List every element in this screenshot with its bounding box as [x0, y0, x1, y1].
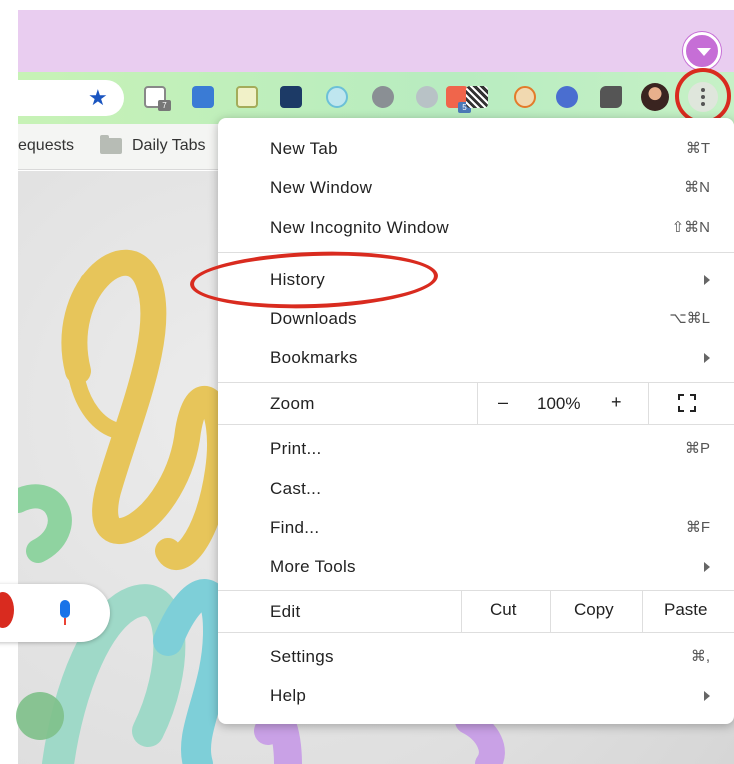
- zoom-in-button[interactable]: +: [611, 392, 622, 413]
- profile-menu-icon[interactable]: [683, 32, 721, 70]
- menu-divider: [218, 632, 734, 633]
- menu-item-new-incognito-window[interactable]: New Incognito Window ⇧⌘N: [218, 209, 734, 245]
- submenu-arrow-icon: [704, 275, 710, 285]
- menu-item-shortcut: ⌘,: [690, 648, 710, 665]
- camera-extension-icon[interactable]: [416, 86, 438, 108]
- menu-item-label: Cast...: [270, 479, 322, 498]
- window-titlebar: [18, 10, 734, 72]
- menu-divider: [218, 382, 734, 383]
- folder-icon: [100, 135, 122, 154]
- zoom-level: 100%: [537, 394, 581, 413]
- address-bar[interactable]: [18, 80, 124, 116]
- menu-item-new-window[interactable]: New Window ⌘N: [218, 169, 734, 205]
- menu-item-label: More Tools: [270, 557, 356, 576]
- menu-item-find[interactable]: Find... ⌘F: [218, 509, 734, 545]
- menu-item-label: New Tab: [270, 139, 338, 158]
- smiley-extension-icon[interactable]: [326, 86, 348, 108]
- menu-item-shortcut: ⌘F: [685, 519, 710, 536]
- chrome-main-menu: New Tab ⌘T New Window ⌘N New Incognito W…: [218, 118, 734, 724]
- menu-item-label: Help: [270, 686, 307, 705]
- snowflake-extension-icon[interactable]: [556, 86, 578, 108]
- menu-item-label: Zoom: [270, 394, 315, 413]
- sphere-extension-icon[interactable]: [372, 86, 394, 108]
- submenu-arrow-icon: [704, 562, 710, 572]
- pencil-extension-icon[interactable]: [192, 86, 214, 108]
- qr-code-icon[interactable]: [466, 86, 488, 108]
- microphone-icon[interactable]: [60, 600, 70, 625]
- screen-capture-icon[interactable]: [280, 86, 302, 108]
- shortcut-tile-icon[interactable]: [16, 692, 64, 740]
- menu-item-shortcut: ⌘N: [684, 179, 710, 196]
- menu-item-label: New Window: [270, 178, 373, 197]
- menu-item-settings[interactable]: Settings ⌘,: [218, 638, 734, 674]
- menu-divider: [461, 591, 462, 632]
- menu-item-label: Bookmarks: [270, 348, 358, 367]
- menu-item-shortcut: ⌘P: [684, 440, 710, 457]
- menu-item-bookmarks[interactable]: Bookmarks: [218, 339, 734, 375]
- pinterest-extension-icon[interactable]: [514, 86, 536, 108]
- annotation-circle-menu-button: [675, 68, 731, 124]
- clipboard-extension-icon[interactable]: [236, 86, 258, 108]
- cut-button[interactable]: Cut: [490, 600, 516, 620]
- menu-divider: [477, 383, 478, 424]
- menu-item-cast[interactable]: Cast...: [218, 470, 734, 506]
- menu-item-new-tab[interactable]: New Tab ⌘T: [218, 130, 734, 166]
- submenu-arrow-icon: [704, 691, 710, 701]
- menu-item-zoom: Zoom: [218, 384, 734, 422]
- puzzle-icon[interactable]: [600, 86, 622, 108]
- bookmark-requests[interactable]: equests: [18, 137, 74, 155]
- submenu-arrow-icon: [704, 353, 710, 363]
- menu-item-print[interactable]: Print... ⌘P: [218, 430, 734, 466]
- menu-item-label: Downloads: [270, 309, 357, 328]
- menu-item-edit: Edit: [218, 592, 734, 630]
- menu-item-help[interactable]: Help: [218, 677, 734, 713]
- menu-divider: [218, 590, 734, 591]
- paste-button[interactable]: Paste: [664, 600, 707, 620]
- copy-button[interactable]: Copy: [574, 600, 614, 620]
- menu-item-label: Settings: [270, 647, 334, 666]
- search-box[interactable]: [0, 584, 110, 642]
- avatar[interactable]: [641, 83, 669, 111]
- bookmark-star-icon[interactable]: ★: [88, 86, 108, 110]
- menu-item-label: Find...: [270, 518, 320, 537]
- menu-divider: [218, 424, 734, 425]
- menu-divider: [648, 383, 649, 424]
- menu-item-label: New Incognito Window: [270, 218, 449, 237]
- menu-item-shortcut: ⌘T: [685, 140, 710, 157]
- menu-item-shortcut: ⌥⌘L: [669, 310, 710, 327]
- menu-item-shortcut: ⇧⌘N: [671, 219, 710, 236]
- bookmark-folder-daily-tabs[interactable]: Daily Tabs: [132, 137, 206, 155]
- menu-divider: [550, 591, 551, 632]
- gmail-badge: 7: [158, 100, 171, 111]
- zoom-out-button[interactable]: –: [498, 392, 508, 413]
- fullscreen-icon[interactable]: [678, 394, 696, 412]
- menu-item-label: Print...: [270, 439, 322, 458]
- menu-divider: [642, 591, 643, 632]
- menu-item-more-tools[interactable]: More Tools: [218, 548, 734, 584]
- menu-item-label: Edit: [270, 602, 301, 621]
